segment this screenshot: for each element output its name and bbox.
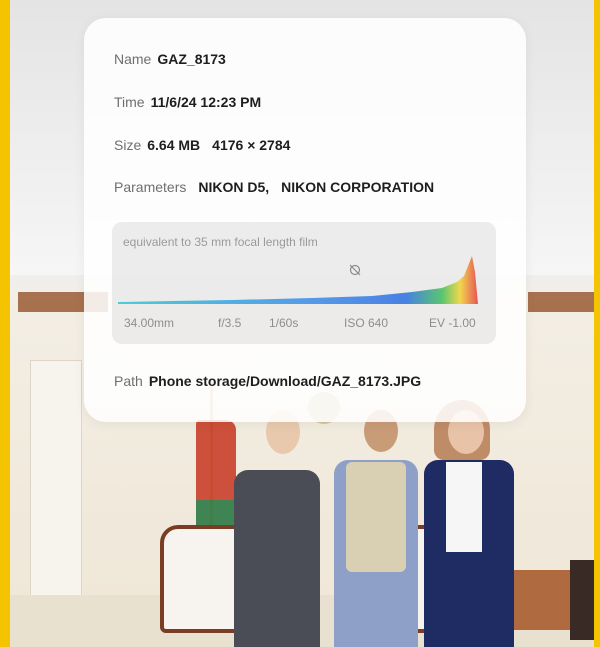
parameters-label: Parameters: [114, 179, 187, 195]
dimensions-value: 4176 × 2784: [212, 137, 291, 153]
image-details-card: Name GAZ_8173 Time 11/6/24 12:23 PM Size 6.…: [84, 18, 526, 422]
shutter-speed-value: 1/60s: [269, 316, 299, 330]
histogram-curve: [118, 256, 478, 304]
time-value: 11/6/24 12:23 PM: [150, 94, 262, 110]
photo-person-left: [234, 470, 320, 647]
name-label: Name: [114, 51, 152, 67]
name-value: GAZ_8173: [157, 51, 226, 67]
path-row: Path Phone storage/Download/GAZ_8173.JPG: [114, 373, 421, 389]
histogram-panel: equivalent to 35 mm focal length film 34…: [112, 222, 496, 344]
histogram-caption: equivalent to 35 mm focal length film: [123, 235, 318, 249]
photo-beam-right: [528, 292, 594, 312]
aperture-value: f/3.5: [218, 316, 242, 330]
time-row: Time 11/6/24 12:23 PM: [114, 94, 261, 110]
camera-model-value: NIKON D5,: [198, 179, 270, 195]
name-row: Name GAZ_8173: [114, 51, 226, 67]
photo-door-panel: [30, 360, 82, 612]
frame-left-edge: [0, 0, 10, 647]
size-label: Size: [114, 137, 142, 153]
frame-right-edge: [594, 0, 600, 647]
photo-person-center-vest: [346, 462, 406, 572]
photo-chair: [570, 560, 594, 640]
time-label: Time: [114, 94, 145, 110]
histogram-graph: [118, 256, 478, 304]
photo-flag: [196, 420, 236, 530]
focal-length-value: 34.00mm: [124, 316, 175, 330]
file-size-value: 6.64 MB: [147, 137, 201, 153]
photo-person-right-shirt: [446, 462, 482, 552]
path-value[interactable]: Phone storage/Download/GAZ_8173.JPG: [149, 373, 421, 389]
size-row: Size 6.64 MB 4176 × 2784: [114, 137, 290, 153]
exposure-value: EV -1.00: [429, 316, 476, 330]
iso-value: ISO 640: [344, 316, 389, 330]
camera-maker-value: NIKON CORPORATION: [281, 179, 435, 195]
parameters-row: Parameters NIKON D5, NIKON CORPORATION: [114, 179, 434, 195]
path-label: Path: [114, 373, 143, 389]
